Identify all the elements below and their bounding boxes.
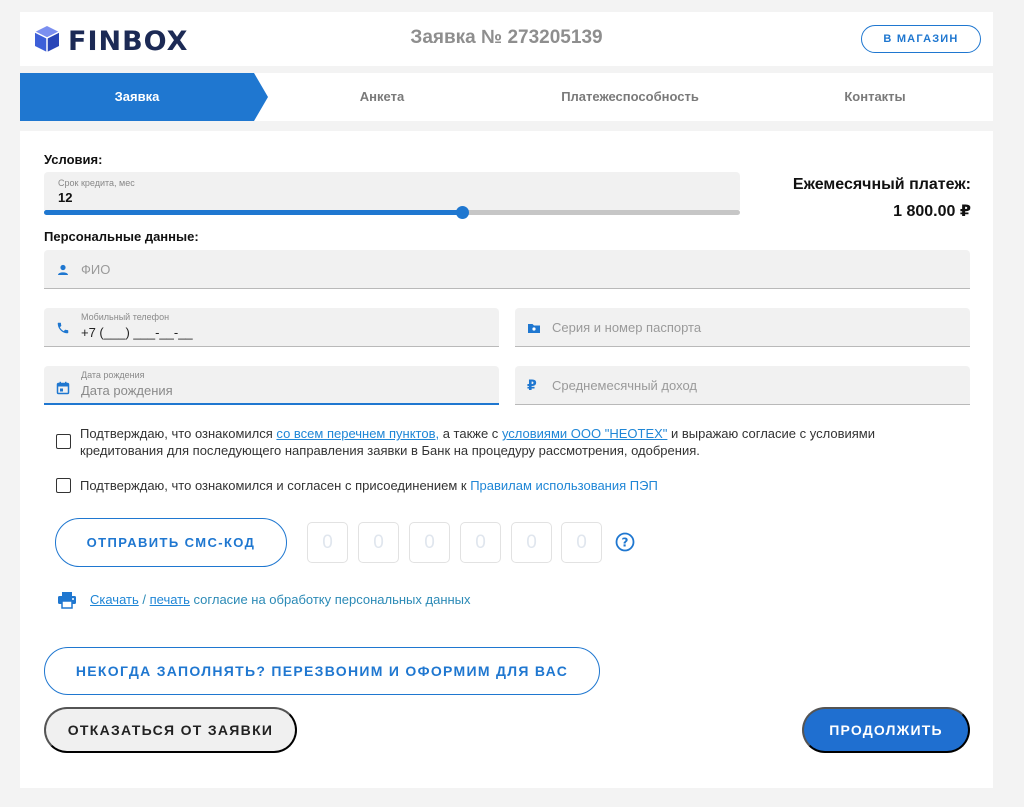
passport-placeholder: Серия и номер паспорта — [552, 320, 702, 335]
income-placeholder: Среднемесячный доход — [552, 378, 697, 393]
phone-icon — [56, 321, 70, 335]
sms-digit-5[interactable]: 0 — [511, 522, 552, 563]
term-label: Срок кредита, мес — [58, 178, 135, 188]
send-sms-code-button[interactable]: ОТПРАВИТЬ СМС-КОД — [55, 518, 287, 567]
fio-placeholder: ФИО — [81, 262, 111, 277]
callback-request-button[interactable]: НЕКОГДА ЗАПОЛНЯТЬ? ПЕРЕЗВОНИМ И ОФОРМИМ … — [44, 647, 600, 695]
all-points-link[interactable]: со всем перечнем пунктов, — [276, 426, 439, 441]
dob-placeholder: Дата рождения — [81, 383, 173, 398]
sms-digit-1[interactable]: 0 — [307, 522, 348, 563]
sms-digit-2[interactable]: 0 — [358, 522, 399, 563]
sms-digit-4[interactable]: 0 — [460, 522, 501, 563]
to-shop-button[interactable]: В МАГАЗИН — [861, 25, 981, 53]
consent-terms-part2: а также с — [439, 426, 502, 441]
conditions-title: Условия: — [44, 152, 103, 167]
consent-pep-checkbox[interactable] — [56, 478, 71, 493]
tab-platezhesposobnost[interactable]: Платежеспособность — [520, 89, 740, 104]
continue-button[interactable]: ПРОДОЛЖИТЬ — [802, 707, 970, 753]
tab-anketa[interactable]: Анкета — [282, 89, 482, 104]
personal-data-consent-text: Скачать / печать согласие на обработку п… — [90, 592, 471, 607]
sms-digit-6[interactable]: 0 — [561, 522, 602, 563]
cancel-application-button[interactable]: ОТКАЗАТЬСЯ ОТ ЗАЯВКИ — [44, 707, 297, 753]
sms-digit-3[interactable]: 0 — [409, 522, 450, 563]
consent-pep-part1: Подтверждаю, что ознакомился и согласен … — [80, 478, 471, 493]
dob-label: Дата рождения — [81, 370, 145, 380]
step-tabs: Заявка Анкета Платежеспособность Контакт… — [20, 73, 993, 121]
consent-terms-part1: Подтверждаю, что ознакомился — [80, 426, 277, 441]
term-slider-fill — [44, 210, 462, 215]
monthly-payment-title: Ежемесячный платеж: — [792, 176, 971, 193]
passport-icon — [527, 321, 541, 335]
fio-input[interactable]: ФИО — [44, 250, 970, 289]
personal-data-title: Персональные данные: — [44, 229, 199, 244]
income-input[interactable]: ₽ Среднемесячный доход — [515, 366, 970, 405]
term-slider[interactable] — [44, 206, 740, 219]
finbox-cube-icon — [32, 24, 62, 59]
help-icon[interactable]: ? — [615, 532, 635, 552]
calendar-icon — [56, 381, 70, 395]
phone-input[interactable]: Мобильный телефон +7 (___) ___-__-__ — [44, 308, 499, 347]
svg-text:?: ? — [622, 536, 629, 550]
ruble-icon: ₽ — [527, 377, 537, 393]
print-link[interactable]: печать — [150, 592, 190, 607]
tab-kontakty[interactable]: Контакты — [780, 89, 970, 104]
brand-name: FINBOX — [68, 26, 189, 57]
passport-input[interactable]: Серия и номер паспорта — [515, 308, 970, 347]
header: FINBOX Заявка № 273205139 В МАГАЗИН — [20, 12, 993, 66]
consent-terms-text: Подтверждаю, что ознакомился со всем пер… — [80, 425, 950, 459]
download-link[interactable]: Скачать — [90, 592, 139, 607]
phone-value: +7 (___) ___-__-__ — [81, 325, 193, 340]
finbox-logo[interactable]: FINBOX — [32, 24, 188, 59]
pep-rules-link[interactable]: Правилам использования ПЭП — [470, 478, 658, 493]
dob-input[interactable]: Дата рождения Дата рождения — [44, 366, 499, 405]
term-value: 12 — [58, 190, 73, 205]
personal-data-consent-rest: согласие на обработку персональных данны… — [189, 592, 471, 607]
term-slider-handle[interactable] — [455, 206, 469, 219]
term-field: Срок кредита, мес 12 — [44, 172, 740, 210]
monthly-payment-amount: 1 800.00 ₽ — [893, 203, 971, 220]
consent-pep-text: Подтверждаю, что ознакомился и согласен … — [80, 477, 950, 494]
neotech-terms-link[interactable]: условиями ООО "НЕОТЕХ" — [502, 426, 667, 441]
download-print-separator: / — [142, 592, 146, 607]
user-icon — [56, 263, 70, 277]
printer-icon[interactable] — [57, 590, 77, 610]
consent-terms-checkbox[interactable] — [56, 434, 71, 449]
phone-label: Мобильный телефон — [81, 312, 170, 322]
application-form: Условия: Срок кредита, мес 12 Ежемесячны… — [20, 131, 993, 788]
tab-zayavka[interactable]: Заявка — [20, 89, 254, 104]
